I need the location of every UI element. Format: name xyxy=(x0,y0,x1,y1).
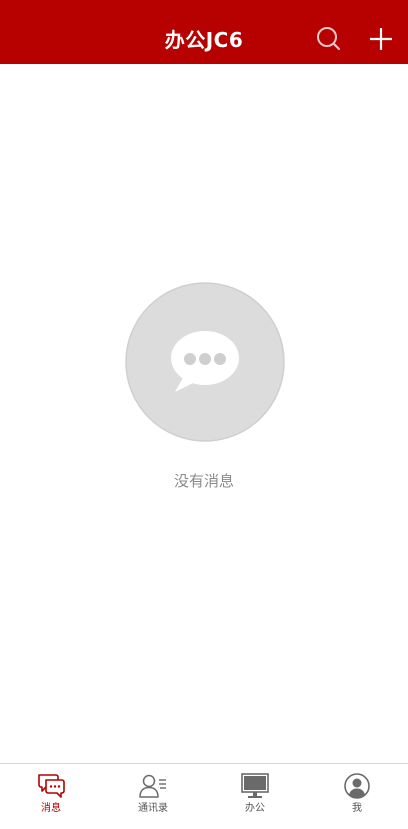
add-button[interactable] xyxy=(366,24,396,54)
chat-bubbles-icon xyxy=(38,774,65,798)
page-title: 办公JC6 xyxy=(164,28,244,52)
tab-me[interactable]: 我 xyxy=(306,764,408,829)
tab-label: 消息 xyxy=(41,803,61,814)
chat-bubble-icon xyxy=(125,282,285,442)
tab-label: 办公 xyxy=(245,803,265,814)
monitor-icon xyxy=(241,773,269,798)
top-app-bar: 办公JC6 xyxy=(0,0,408,64)
tab-office[interactable]: 办公 xyxy=(204,764,306,829)
tab-messages[interactable]: 消息 xyxy=(0,764,102,829)
tab-contacts[interactable]: 通讯录 xyxy=(102,764,204,829)
tab-label: 我 xyxy=(352,803,362,814)
search-button[interactable] xyxy=(314,24,344,54)
search-icon xyxy=(317,27,341,51)
empty-state-message: 没有消息 xyxy=(173,472,234,490)
tab-label: 通讯录 xyxy=(138,803,168,814)
bottom-tab-bar: 消息 通讯录 办公 我 xyxy=(0,763,408,829)
user-circle-icon xyxy=(344,773,370,799)
plus-icon xyxy=(370,28,392,50)
contacts-icon xyxy=(139,774,166,798)
